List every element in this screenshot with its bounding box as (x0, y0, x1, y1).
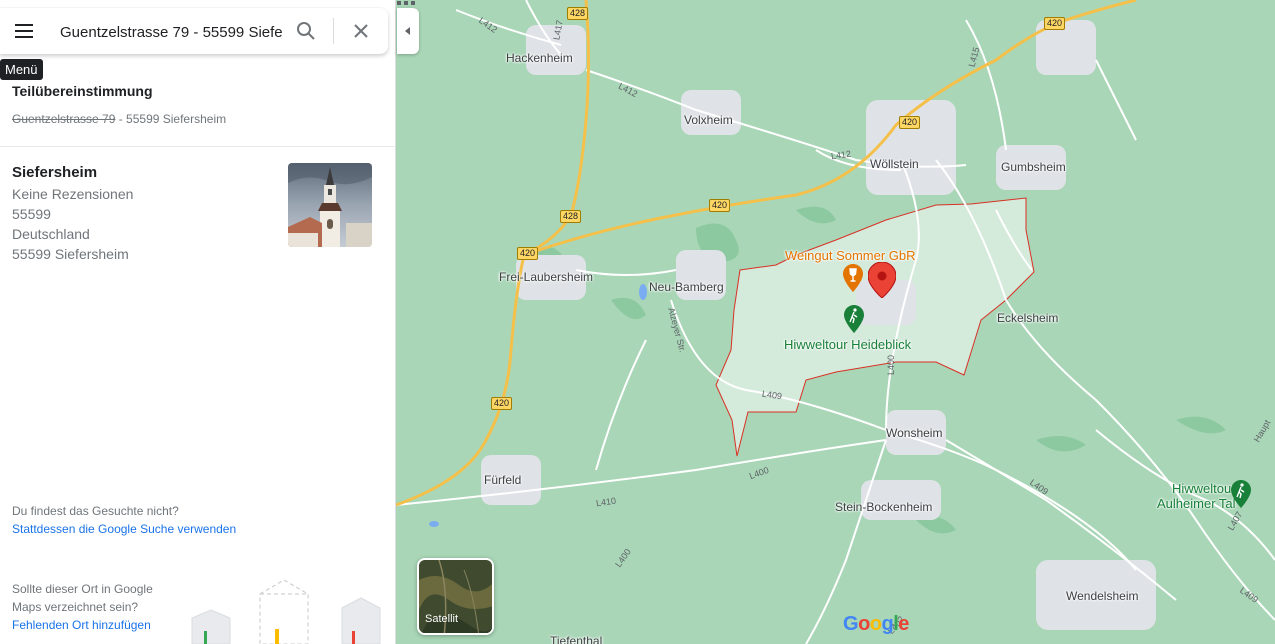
sidebar: Menü Teilübereinstimmung Guentzelstrasse… (0, 0, 396, 644)
maps-app: Menü Teilübereinstimmung Guentzelstrasse… (0, 0, 1275, 644)
result-photo[interactable] (288, 163, 372, 247)
not-found-question: Du findest das Gesuchte nicht? (12, 504, 179, 518)
town-label[interactable]: Volxheim (684, 113, 733, 127)
route-shield: 428 (567, 7, 589, 20)
partial-match-unmatched: Guentzelstrasse 79 (12, 112, 116, 126)
result-reviews: Keine Rezensionen (12, 186, 134, 202)
town-label[interactable]: Neu-Bamberg (649, 280, 724, 294)
missing-place-question-2: Maps verzeichnet sein? (12, 600, 139, 614)
menu-icon-bar (15, 36, 33, 38)
google-search-link[interactable]: Stattdessen die Google Suche verwenden (12, 522, 236, 536)
map-canvas[interactable]: 428 420 420 428 420 420 420 L412 L412 L4… (396, 0, 1275, 644)
town-label[interactable]: Wöllstein (870, 157, 919, 171)
trail-label-2-line2: Aulheimer Tal (1157, 496, 1236, 511)
collapse-sidebar-button[interactable] (397, 8, 419, 54)
add-missing-place-link[interactable]: Fehlenden Ort hinzufügen (12, 618, 151, 632)
town-label[interactable]: Wendelsheim (1066, 589, 1138, 603)
result-name: Siefersheim (12, 164, 98, 181)
town-label[interactable]: Tiefenthal (550, 634, 602, 644)
town-label[interactable]: Stein-Bockenheim (835, 500, 932, 514)
logo-glyph: g (881, 613, 894, 635)
road-label: L400 (886, 354, 897, 376)
hiking-icon-2[interactable] (1231, 480, 1251, 508)
houses-illustration (191, 579, 381, 644)
search-input[interactable] (60, 21, 282, 43)
close-icon[interactable] (349, 19, 373, 43)
route-shield: 420 (491, 397, 513, 410)
route-shield: 420 (517, 247, 539, 260)
menu-icon-bar (15, 24, 33, 26)
partial-match-address: Guentzelstrasse 79 - 55599 Siefersheim (12, 112, 226, 126)
town-label[interactable]: Gumbsheim (1001, 160, 1066, 174)
satellite-layer-button[interactable]: Satellit (417, 558, 494, 635)
google-logo: Google (843, 613, 909, 636)
result-postcode: 55599 (12, 206, 51, 222)
town-label[interactable]: Wonsheim (886, 426, 942, 440)
logo-glyph: e (898, 613, 909, 635)
hiking-icon[interactable] (844, 305, 864, 333)
winery-icon[interactable] (843, 264, 863, 292)
route-shield: 420 (899, 116, 921, 129)
winery-label[interactable]: Weingut Sommer GbR (785, 248, 916, 263)
trail-label[interactable]: Hiwweltour Heideblick (784, 337, 911, 352)
menu-button[interactable] (8, 15, 40, 47)
search-box (0, 8, 388, 54)
logo-glyph: o (869, 613, 882, 635)
pond (429, 521, 439, 527)
route-shield: 428 (560, 210, 582, 223)
logo-glyph: G (843, 613, 859, 635)
town-label[interactable]: Eckelsheim (997, 311, 1058, 325)
missing-place-question: Sollte dieser Ort in Google (12, 582, 153, 596)
location-pin-icon[interactable] (868, 262, 896, 298)
map-base (396, 0, 1275, 644)
result-address: 55599 Siefersheim (12, 246, 129, 262)
lake (639, 284, 647, 300)
trail-label-2-line1: Hiwweltour (1171, 481, 1236, 496)
satellite-label: Satellit (425, 613, 459, 625)
collapse-arrow-icon (405, 27, 410, 35)
menu-icon-bar (15, 30, 33, 32)
logo-glyph: o (858, 613, 870, 635)
route-shield: 420 (709, 199, 731, 212)
partial-match-matched: - 55599 Siefersheim (115, 112, 227, 126)
search-result[interactable]: Siefersheim Keine Rezensionen 55599 Deut… (0, 147, 395, 267)
church-photo (288, 163, 372, 247)
menu-tooltip: Menü (0, 59, 43, 80)
town-label[interactable]: Hackenheim (506, 51, 573, 65)
route-shield: 420 (1044, 17, 1066, 30)
partial-match-title: Teilübereinstimmung (12, 83, 153, 99)
search-icon[interactable] (294, 19, 318, 43)
town-label[interactable]: Fürfeld (484, 473, 521, 487)
search-divider (333, 18, 334, 44)
trail-label-2[interactable]: Hiwweltour Aulheimer Tal (1157, 481, 1236, 511)
result-country: Deutschland (12, 226, 90, 242)
town-label[interactable]: Frei-Laubersheim (499, 270, 593, 284)
